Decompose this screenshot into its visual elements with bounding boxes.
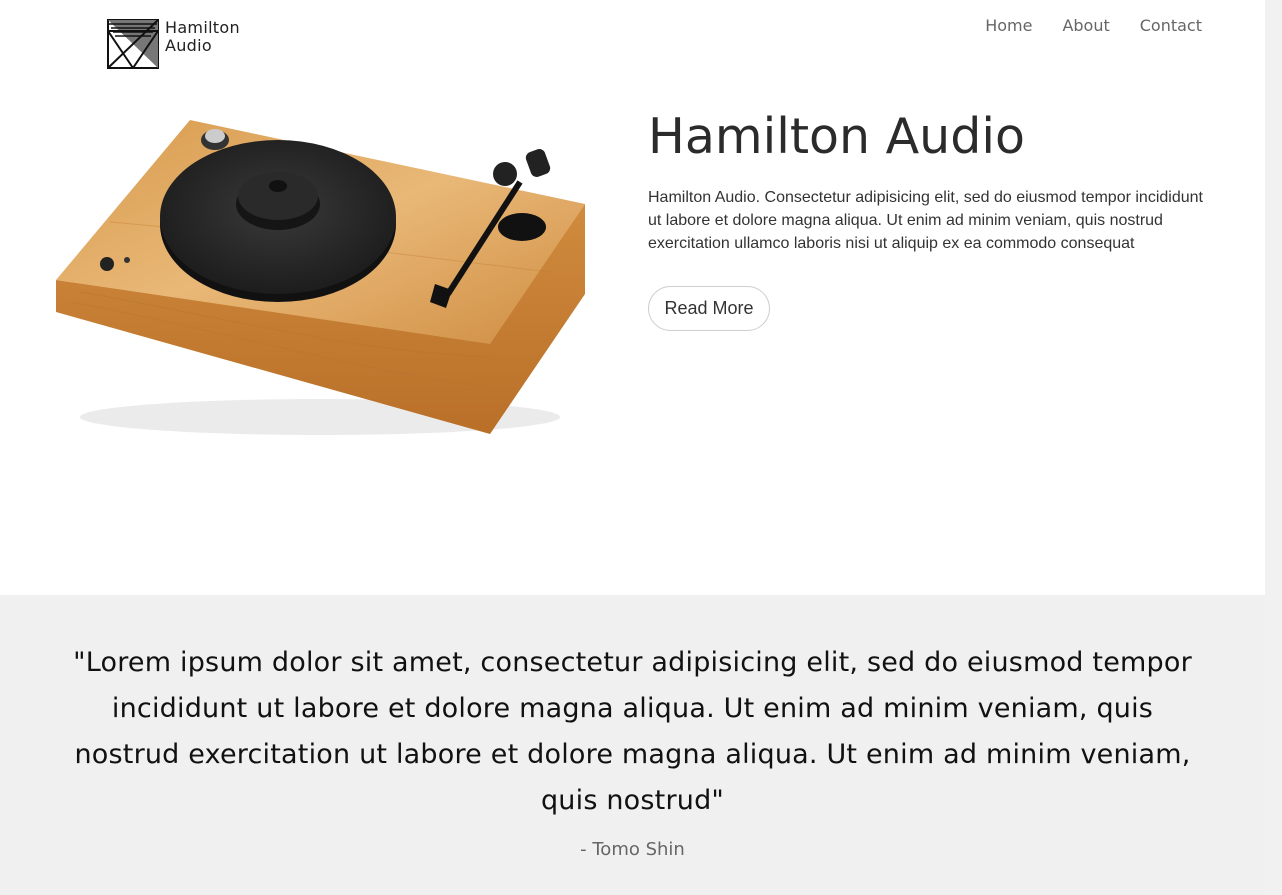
- testimonial-section: "Lorem ipsum dolor sit amet, consectetur…: [0, 595, 1265, 895]
- nav-contact[interactable]: Contact: [1140, 16, 1202, 36]
- read-more-button[interactable]: Read More: [648, 286, 770, 331]
- nav-about[interactable]: About: [1062, 16, 1109, 36]
- logo-line1: Hamilton: [165, 18, 240, 37]
- main-nav: Home About Contact: [985, 16, 1202, 36]
- logo-text: Hamilton Audio: [165, 19, 240, 55]
- page-scrollbar[interactable]: [1265, 0, 1282, 895]
- logo-link[interactable]: Hamilton Audio: [107, 19, 240, 69]
- hero-title: Hamilton Audio: [648, 108, 1025, 165]
- testimonial-quote: "Lorem ipsum dolor sit amet, consectetur…: [73, 647, 1192, 816]
- hero-description: Hamilton Audio. Consectetur adipisicing …: [648, 189, 1203, 252]
- testimonial-author: - Tomo Shin: [580, 839, 685, 860]
- logo-line2: Audio: [165, 36, 212, 55]
- turntable-image: [56, 120, 585, 435]
- site-header: Hamilton Audio Home About Contact: [0, 0, 1265, 80]
- nav-home[interactable]: Home: [985, 16, 1032, 36]
- logo-icon: [107, 19, 159, 69]
